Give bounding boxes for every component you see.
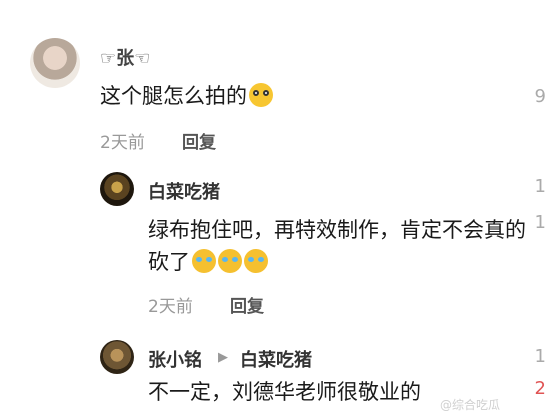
avatar[interactable] [100, 172, 134, 206]
comment-text: 绿布抱住吧，再特效制作，肯定不会真的砍了 [148, 214, 528, 278]
comment-text: 不一定，刘德华老师很敬业的 [148, 380, 421, 404]
laughing-tears-icon [218, 249, 242, 273]
flushed-face-icon [249, 83, 273, 107]
comment-text-body: 这个腿怎么拍的 [100, 84, 247, 108]
reply-target-username[interactable]: 白菜吃猪 [240, 346, 312, 372]
reply-arrow-icon: ▶ [218, 350, 228, 365]
username[interactable]: 张小铭 [148, 346, 202, 372]
avatar[interactable] [30, 38, 80, 88]
like-count[interactable]: 2 [535, 378, 546, 399]
avatar[interactable] [100, 340, 134, 374]
like-count[interactable]: 1 [535, 176, 546, 197]
like-count[interactable]: 9 [535, 86, 546, 107]
timestamp: 2天前 [148, 297, 193, 317]
like-count[interactable]: 1 [535, 346, 546, 367]
laughing-tears-icon [244, 249, 268, 273]
comment-text: 这个腿怎么拍的 [100, 80, 273, 112]
watermark: @综合吃瓜 [440, 398, 501, 412]
username[interactable]: 白菜吃猪 [148, 178, 220, 204]
timestamp: 2天前 [100, 133, 145, 153]
like-count[interactable]: 1 [535, 212, 546, 233]
reply-button[interactable]: 回复 [230, 292, 264, 317]
username[interactable]: ☞张☜ [100, 44, 150, 70]
laughing-tears-icon [192, 249, 216, 273]
reply-button[interactable]: 回复 [182, 128, 216, 153]
